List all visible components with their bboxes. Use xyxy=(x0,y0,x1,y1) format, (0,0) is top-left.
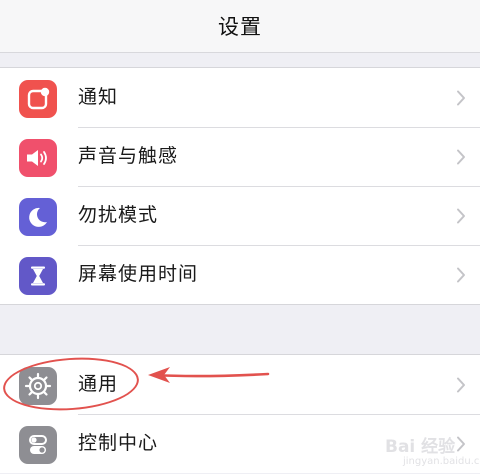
settings-item-label: 控制中心 xyxy=(78,432,159,454)
watermark-subtext: jingyan.baidu.com xyxy=(403,456,480,467)
chevron-right-icon xyxy=(457,149,465,165)
settings-item-label: 通知 xyxy=(78,86,119,108)
settings-item-label: 屏幕使用时间 xyxy=(78,263,199,285)
settings-item-label: 声音与触感 xyxy=(78,145,179,167)
hourglass-icon xyxy=(19,257,57,295)
settings-item-sounds[interactable]: 声音与触感 xyxy=(0,127,480,186)
chevron-right-icon xyxy=(457,90,465,106)
annotation-arrow-icon xyxy=(148,367,270,383)
navigation-bar: 设置 xyxy=(0,0,480,53)
watermark: Bai 经验 jingyan.baidu.com xyxy=(385,428,480,472)
toggle-icon xyxy=(19,426,57,464)
watermark-text: Bai 经验 xyxy=(385,437,456,457)
chevron-right-icon xyxy=(457,208,465,224)
chevron-right-icon xyxy=(457,377,465,393)
settings-item-screen-time[interactable]: 屏幕使用时间 xyxy=(0,245,480,304)
page-title: 设置 xyxy=(218,15,262,39)
settings-item-notifications[interactable]: 通知 xyxy=(0,68,480,127)
settings-item-do-not-disturb[interactable]: 勿扰模式 xyxy=(0,186,480,245)
settings-group-1: 通知 声音与触感 勿扰模式 屏幕使用时间 xyxy=(0,67,480,305)
moon-icon xyxy=(19,198,57,236)
notification-icon xyxy=(19,80,57,118)
speaker-icon xyxy=(19,139,57,177)
settings-item-label: 勿扰模式 xyxy=(78,204,159,226)
chevron-right-icon xyxy=(457,267,465,283)
